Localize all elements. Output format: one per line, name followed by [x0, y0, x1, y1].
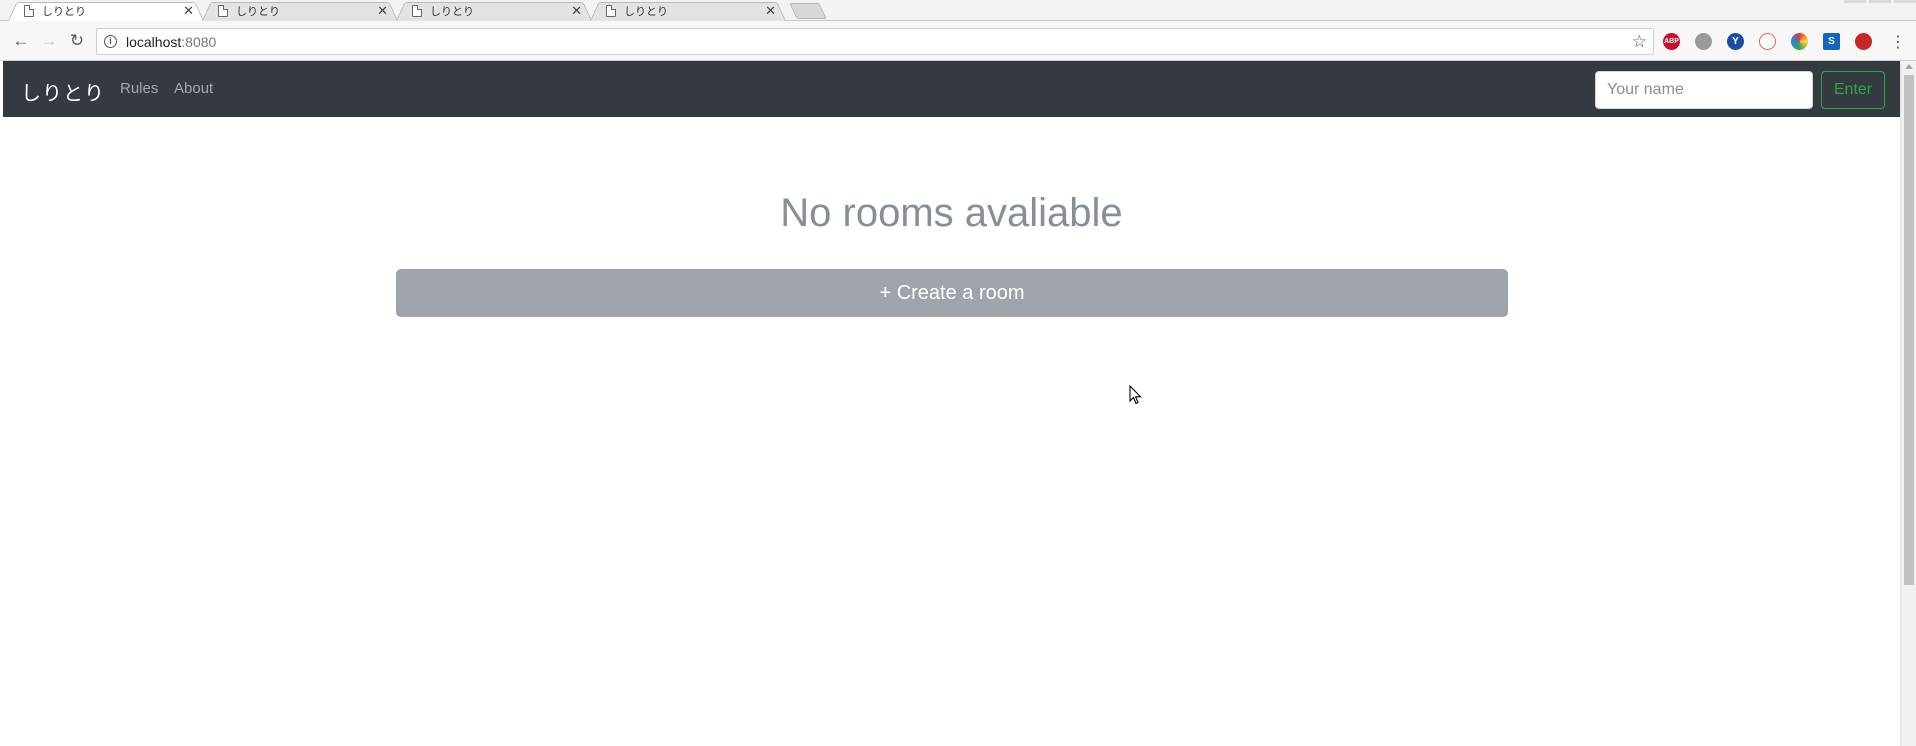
scroll-thumb[interactable]: [1904, 75, 1914, 585]
page-icon: [24, 4, 34, 17]
extension-s-icon[interactable]: S: [1823, 33, 1840, 50]
close-icon[interactable]: ✕: [377, 3, 388, 19]
browser-tab[interactable]: しりとり ✕: [8, 0, 204, 22]
window-controls: [1841, 0, 1916, 3]
bookmark-star-icon[interactable]: ☆: [1632, 32, 1647, 52]
back-icon[interactable]: ←: [10, 30, 32, 52]
reload-icon[interactable]: ↻: [66, 30, 88, 52]
name-input[interactable]: [1595, 71, 1813, 109]
page-icon: [412, 4, 422, 17]
nav-link-about[interactable]: About: [174, 80, 213, 97]
create-room-button[interactable]: + Create a room: [396, 269, 1508, 317]
page-viewport: しりとり Rules About Enter No rooms avaliabl…: [3, 61, 1900, 746]
tab-title: しりとり: [236, 5, 280, 18]
info-icon[interactable]: i: [104, 35, 117, 48]
extension-ghost-icon[interactable]: [1695, 33, 1712, 50]
page-scrollbar[interactable]: [1900, 61, 1916, 746]
close-icon[interactable]: ✕: [571, 3, 582, 19]
empty-rooms-heading: No rooms avaliable: [780, 191, 1123, 235]
tab-title: しりとり: [42, 5, 86, 18]
extension-cat-icon[interactable]: [1855, 33, 1872, 50]
extension-color-icon[interactable]: [1791, 33, 1808, 50]
brand-logo[interactable]: しりとり: [21, 77, 105, 106]
scroll-up-arrow-icon[interactable]: [1905, 64, 1913, 69]
app-navbar: しりとり Rules About Enter: [3, 61, 1900, 117]
forward-icon[interactable]: →: [38, 30, 60, 52]
nav-link-rules[interactable]: Rules: [120, 80, 158, 97]
url-host: localhost: [126, 33, 182, 50]
browser-menu-icon[interactable]: ⋮: [1890, 32, 1906, 52]
url-port: :8080: [181, 33, 217, 50]
browser-tab[interactable]: しりとり ✕: [590, 0, 786, 22]
address-bar[interactable]: i localhost:8080 ☆: [96, 28, 1654, 55]
browser-tab-strip: しりとり ✕ しりとり ✕ しりとり ✕ しりとり ✕: [0, 0, 1916, 22]
browser-tab[interactable]: しりとり ✕: [396, 0, 592, 22]
browser-toolbar: ← → ↻ i localhost:8080 ☆ ABP Y S ⋮: [0, 21, 1916, 61]
tab-title: しりとり: [430, 5, 474, 18]
tab-title: しりとり: [624, 5, 668, 18]
mouse-cursor-icon: [1129, 385, 1142, 405]
browser-tab[interactable]: しりとり ✕: [202, 0, 398, 22]
enter-button[interactable]: Enter: [1821, 71, 1885, 109]
close-icon[interactable]: ✕: [183, 3, 194, 19]
close-window-button[interactable]: [1894, 0, 1916, 3]
adblock-icon[interactable]: ABP: [1663, 33, 1680, 50]
minimize-button[interactable]: [1844, 0, 1866, 3]
new-tab-button[interactable]: [789, 3, 827, 19]
extension-y-icon[interactable]: Y: [1727, 33, 1744, 50]
close-icon[interactable]: ✕: [765, 3, 776, 19]
maximize-button[interactable]: [1869, 0, 1891, 3]
page-icon: [218, 4, 228, 17]
extension-translate-icon[interactable]: [1759, 33, 1776, 50]
page-icon: [606, 4, 616, 17]
